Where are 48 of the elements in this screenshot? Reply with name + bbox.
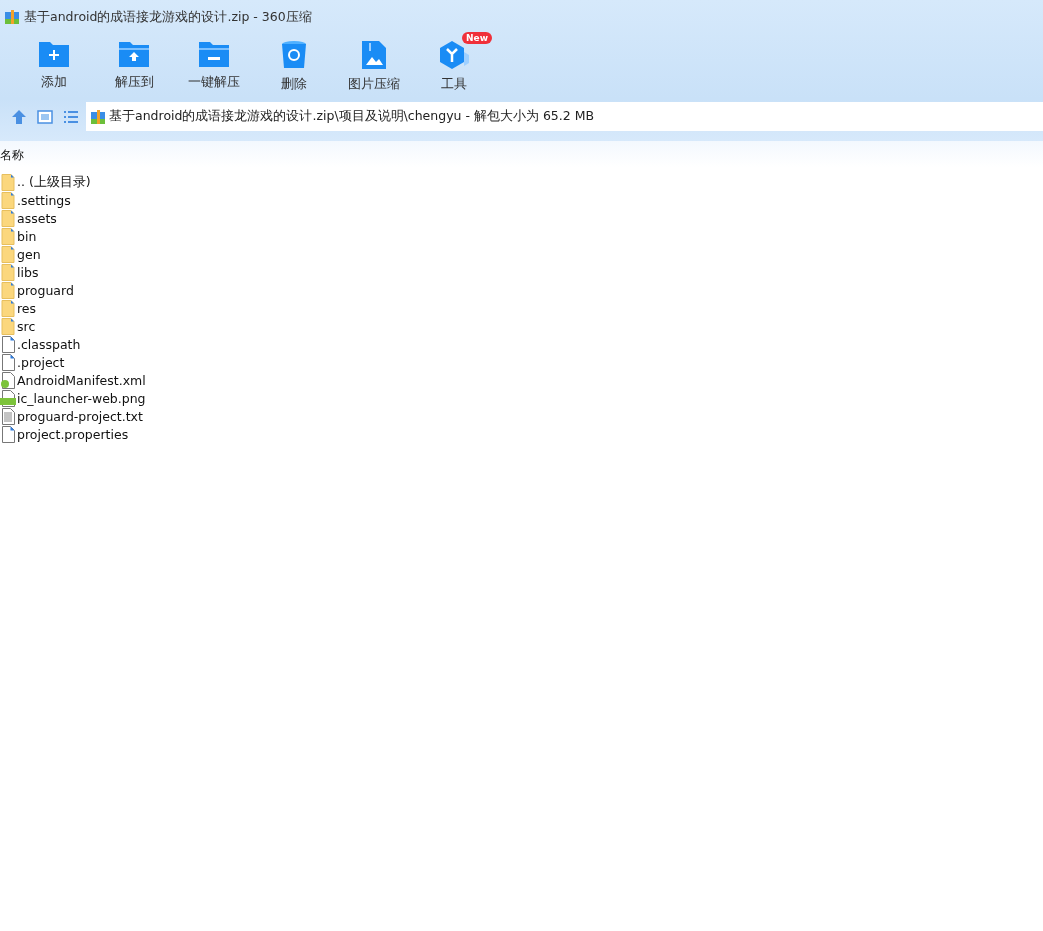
folder-icon bbox=[0, 281, 16, 299]
file-icon bbox=[0, 335, 16, 353]
address-path: 基于android的成语接龙游戏的设计.zip\项目及说明\chengyu - 解包大小为 65.2 MB bbox=[109, 108, 595, 125]
toolbar-button[interactable]: 一键解压 bbox=[174, 36, 254, 102]
archive-icon bbox=[90, 108, 106, 125]
window-title: 基于android的成语接龙游戏的设计.zip - 360压缩 bbox=[24, 8, 312, 26]
folder-icon bbox=[0, 317, 16, 335]
folder-icon bbox=[0, 245, 16, 263]
file-name[interactable]: .. (上级目录) bbox=[17, 173, 91, 191]
folder-icon bbox=[0, 191, 16, 209]
file-name[interactable]: .settings bbox=[17, 192, 71, 208]
recycle-bin-icon bbox=[280, 40, 308, 70]
file-name[interactable]: bin bbox=[17, 228, 37, 244]
file-name[interactable]: gen bbox=[17, 246, 41, 262]
folder-plus-icon bbox=[38, 40, 70, 68]
toolbar-button[interactable]: 解压到 bbox=[94, 36, 174, 102]
address-bar[interactable]: 基于android的成语接龙游戏的设计.zip\项目及说明\chengyu - 解包大小为 65.2 MB bbox=[86, 102, 1043, 131]
folder-upload-icon bbox=[118, 40, 150, 68]
file-icon bbox=[0, 425, 16, 443]
image-file-icon bbox=[0, 389, 16, 407]
file-name[interactable]: project.properties bbox=[17, 426, 129, 442]
file-name[interactable]: ic_launcher-web.png bbox=[17, 390, 146, 406]
file-name[interactable]: AndroidManifest.xml bbox=[17, 372, 146, 388]
folder-icon bbox=[0, 209, 16, 227]
file-icon bbox=[0, 353, 16, 371]
tools-cube-icon bbox=[438, 40, 470, 70]
toolbar-button[interactable]: 添加 bbox=[14, 36, 94, 102]
file-name[interactable]: .project bbox=[17, 354, 65, 370]
folder-icon bbox=[0, 263, 16, 281]
toolbar-button[interactable]: 图片压缩 bbox=[334, 36, 414, 102]
file-name[interactable]: proguard bbox=[17, 282, 74, 298]
archive-icon bbox=[4, 9, 20, 25]
column-header[interactable]: 名称 bbox=[0, 147, 24, 167]
new-badge: New bbox=[462, 32, 492, 44]
file-name[interactable]: assets bbox=[17, 210, 57, 226]
file-name[interactable]: proguard-project.txt bbox=[17, 408, 143, 424]
folder-icon bbox=[0, 173, 16, 191]
folder-minus-icon bbox=[198, 40, 230, 68]
toolbar-button[interactable]: 删除 bbox=[254, 36, 334, 102]
text-file-icon bbox=[0, 407, 16, 425]
folder-icon bbox=[0, 299, 16, 317]
xml-file-icon bbox=[0, 371, 16, 389]
folder-icon bbox=[0, 227, 16, 245]
file-name[interactable]: res bbox=[17, 300, 37, 316]
file-name[interactable]: libs bbox=[17, 264, 39, 280]
file-name[interactable]: src bbox=[17, 318, 36, 334]
image-file-icon bbox=[361, 40, 387, 70]
file-name[interactable]: .classpath bbox=[17, 336, 81, 352]
